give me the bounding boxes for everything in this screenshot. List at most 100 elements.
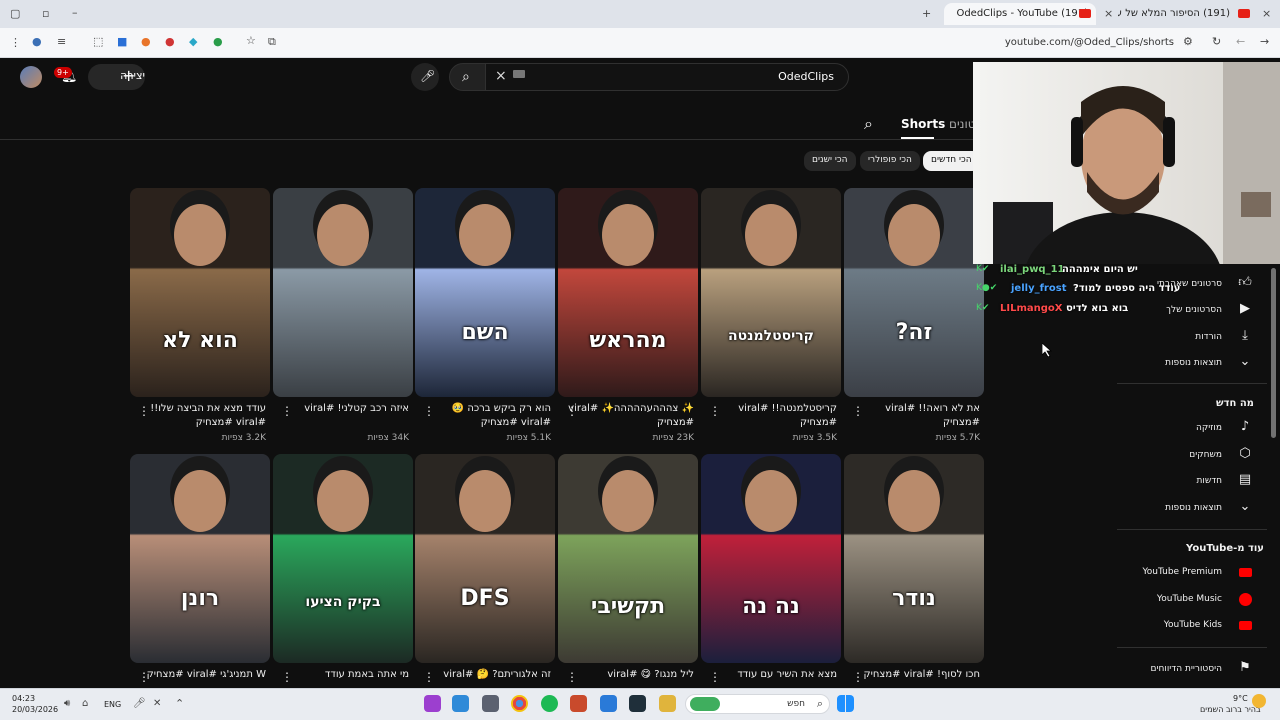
url-field[interactable]: youtube.com/@Oded_Clips/shorts xyxy=(1005,37,1174,48)
more-options-icon[interactable]: ⋮ xyxy=(138,404,150,418)
close-tab-icon[interactable]: × xyxy=(1104,8,1113,19)
weather-temp[interactable]: 9°C xyxy=(1233,694,1248,703)
sidebar-icon[interactable]: ≡ xyxy=(57,36,66,47)
taskbar-app-icon[interactable] xyxy=(482,695,499,712)
short-title[interactable]: זה אלגוריתם? 🤔 #viral xyxy=(425,668,551,682)
short-card[interactable]: זה? xyxy=(844,188,984,397)
language-indicator[interactable]: ENG xyxy=(104,700,121,709)
short-title[interactable]: איזה רכב קטלני! #viral xyxy=(283,402,409,416)
short-card[interactable]: קריסטלמנטה xyxy=(701,188,841,397)
chevron-up-icon[interactable]: ⌃ xyxy=(175,698,184,709)
spotify-app-icon[interactable] xyxy=(541,695,558,712)
more-options-icon[interactable]: ⋮ xyxy=(709,404,721,418)
taskbar-app-icon[interactable] xyxy=(629,695,646,712)
filter-chip-oldest[interactable]: הכי ישנים xyxy=(804,151,856,171)
short-card[interactable]: בקיק הציעו xyxy=(273,454,413,663)
search-button[interactable]: ⌕ xyxy=(449,63,487,91)
file-explorer-app-icon[interactable] xyxy=(659,695,676,712)
more-options-icon[interactable]: ⋮ xyxy=(281,404,293,418)
short-card[interactable]: מהראש xyxy=(558,188,698,397)
more-options-icon[interactable]: ⋮ xyxy=(423,404,435,418)
more-options-icon[interactable]: ⋮ xyxy=(852,670,864,684)
reload-icon[interactable]: ↻ xyxy=(1212,36,1221,47)
filter-chip-newest[interactable]: הכי חדשים xyxy=(923,151,980,171)
taskbar-search-input[interactable]: חפש ⌕ xyxy=(685,694,830,714)
menu-icon[interactable]: ▢ xyxy=(10,8,20,19)
more-options-icon[interactable]: ⋮ xyxy=(566,670,578,684)
short-title[interactable]: חכו לסוף! #viral #מצחיק xyxy=(854,668,980,682)
clear-icon[interactable]: × xyxy=(495,68,507,84)
more-options-icon[interactable]: ⋮ xyxy=(852,404,864,418)
short-card[interactable]: תקשיבי xyxy=(558,454,698,663)
short-card[interactable]: רונן xyxy=(130,454,270,663)
short-card[interactable]: הוא לא xyxy=(130,188,270,397)
scrollbar[interactable] xyxy=(1271,268,1276,438)
browser-app-icon[interactable] xyxy=(511,695,528,712)
tab-search-icon[interactable]: ▫ xyxy=(42,8,49,19)
forward-icon[interactable]: ← xyxy=(1236,36,1245,47)
muted-icon[interactable]: ✕ xyxy=(153,699,161,709)
taskbar-app-icon[interactable] xyxy=(600,695,617,712)
short-title[interactable]: ✨ צהההעההההה✨ #viral #מצחיק xyxy=(568,402,694,430)
clock-date[interactable]: 20/03/2026 xyxy=(12,705,58,714)
search-highlight-icon xyxy=(690,697,720,711)
filter-chip-popular[interactable]: הכי פופולרי xyxy=(860,151,920,171)
tab-inactive[interactable]: (191) הסיפור המלא של עידן הת xyxy=(1118,3,1238,25)
search-icon[interactable]: ⌕ xyxy=(864,116,873,132)
avatar[interactable] xyxy=(20,66,42,88)
more-options-icon[interactable]: ⋮ xyxy=(423,670,435,684)
weather-desc[interactable]: בהיר ברוב השמים xyxy=(1200,705,1261,714)
clock-time[interactable]: 04:23 xyxy=(12,694,35,703)
short-card[interactable]: נודר xyxy=(844,454,984,663)
voice-search-button[interactable]: 🎤︎ xyxy=(411,63,439,91)
short-title[interactable]: קריסטלמנטה!! #viral #מצחיק xyxy=(711,402,837,430)
more-menu-icon[interactable]: ⋮ xyxy=(10,37,21,48)
keyboard-icon[interactable] xyxy=(513,70,525,78)
extension-icon[interactable]: ● xyxy=(141,36,151,47)
short-title[interactable]: מי אתה באמת עודד xyxy=(283,668,409,682)
taskbar-app-icon[interactable] xyxy=(424,695,441,712)
windows-start-icon[interactable] xyxy=(837,695,854,712)
back-icon[interactable]: → xyxy=(1260,36,1269,47)
bookmark-star-icon[interactable]: ☆ xyxy=(246,35,256,46)
page-info-icon[interactable]: ⧉ xyxy=(268,36,276,47)
short-card[interactable] xyxy=(273,188,413,397)
short-title[interactable]: מצא את השיר עם עודד xyxy=(711,668,837,682)
minimize-icon[interactable]: – xyxy=(72,7,78,18)
taskbar-app-icon[interactable] xyxy=(570,695,587,712)
weather-icon[interactable] xyxy=(1252,694,1266,708)
network-icon[interactable]: ⌂ xyxy=(82,699,88,709)
create-button[interactable]: יצירה + xyxy=(88,64,145,90)
short-title[interactable]: את לא רואה!! #viral #מצחיק xyxy=(854,402,980,430)
more-options-icon[interactable]: ⋮ xyxy=(281,670,293,684)
short-title[interactable]: ליל מנגו? 😋 #viral xyxy=(568,668,694,682)
extension-icon[interactable]: ● xyxy=(165,36,175,47)
short-title[interactable]: W תמניג'גי #viral #מצחיק xyxy=(140,668,266,682)
short-card[interactable]: השם xyxy=(415,188,555,397)
new-tab-icon[interactable]: + xyxy=(922,8,931,19)
close-tab-icon[interactable]: × xyxy=(1262,8,1271,19)
search-input[interactable]: × OdedClips xyxy=(485,63,849,91)
extension-icon[interactable]: ■ xyxy=(117,36,127,47)
volume-icon[interactable]: 🔊︎ xyxy=(64,699,70,709)
chat-username: ilai_pwq_11 xyxy=(1000,264,1065,275)
site-settings-icon[interactable]: ⚙ xyxy=(1183,36,1193,47)
more-options-icon[interactable]: ⋮ xyxy=(566,404,578,418)
short-overlay-text: DFS xyxy=(460,586,510,611)
taskbar-app-icon[interactable] xyxy=(452,695,469,712)
short-card[interactable]: DFS xyxy=(415,454,555,663)
extensions-icon[interactable]: ⬚ xyxy=(93,36,103,47)
profile-icon[interactable]: ● xyxy=(32,36,42,47)
more-options-icon[interactable]: ⋮ xyxy=(138,670,150,684)
short-title[interactable]: עודד מצא את הביצה שלו!! #viral #מצחיק xyxy=(140,402,266,430)
search-query: OdedClips xyxy=(778,70,834,83)
tab-shorts[interactable]: Shorts xyxy=(901,117,945,131)
tab-active[interactable]: (191) OdedClips - YouTube xyxy=(944,3,1096,25)
more-options-icon[interactable]: ⋮ xyxy=(709,670,721,684)
extension-icon[interactable]: ● xyxy=(213,36,223,47)
microphone-icon[interactable]: 🎤︎ xyxy=(133,699,146,709)
short-title[interactable]: הוא רק ביקש ברכה 🥹 #viral #מצחיק xyxy=(425,402,551,430)
extension-icon[interactable]: ◆ xyxy=(189,36,197,47)
sidebar-item-label: תוצאות נוספות xyxy=(1165,503,1222,513)
short-card[interactable]: נה נה xyxy=(701,454,841,663)
